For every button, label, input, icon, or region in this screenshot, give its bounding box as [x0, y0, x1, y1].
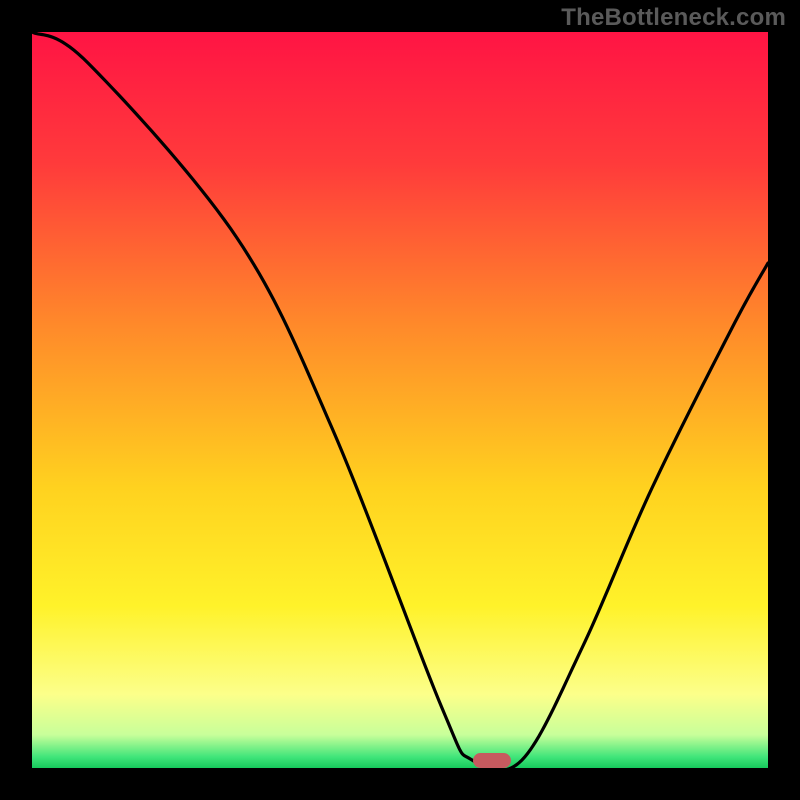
gradient-bg	[32, 32, 768, 768]
plot-area	[32, 32, 768, 768]
chart-frame: TheBottleneck.com	[0, 0, 800, 800]
watermark-text: TheBottleneck.com	[561, 4, 786, 32]
optimal-marker	[473, 753, 511, 768]
chart-svg	[32, 32, 768, 768]
